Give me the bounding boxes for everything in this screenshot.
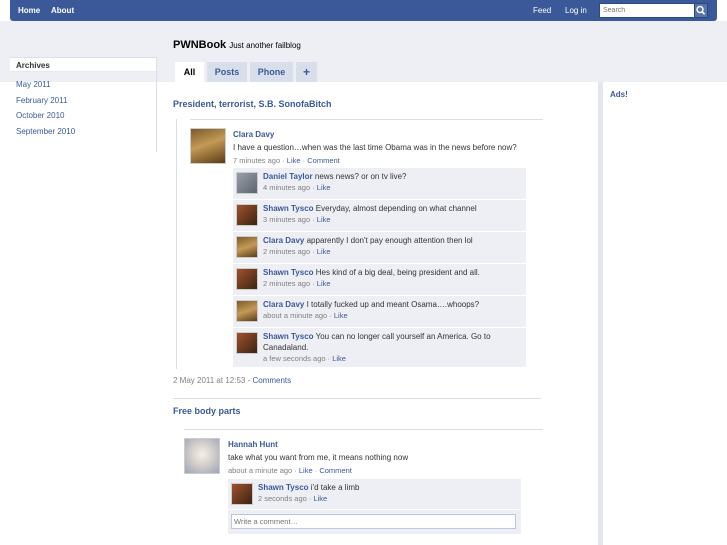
comment-author[interactable]: Clara Davy: [263, 236, 304, 245]
comment-item: Shawn Tysco You can no longer call yours…: [233, 328, 526, 368]
avatar[interactable]: [236, 268, 258, 290]
comments-link[interactable]: Comments: [252, 376, 291, 385]
comment-like-link[interactable]: Like: [317, 247, 331, 256]
separator: ·: [310, 247, 317, 256]
ads-title: Ads!: [610, 90, 628, 99]
comment-item: Shawn Tysco i'd take a limb 2 seconds ago…: [228, 479, 521, 510]
comment-text: apparently I don't pay enough attention …: [306, 236, 473, 245]
divider: [190, 119, 543, 120]
post-text: take what you want from me, it means not…: [228, 453, 409, 462]
sidebar: Archives May 2011 February 2011 October …: [10, 57, 157, 152]
post-date: 2 May 2011 at 12:53: [173, 376, 246, 385]
avatar[interactable]: [236, 332, 258, 354]
archives-title: Archives: [10, 57, 156, 72]
separator: ·: [310, 183, 317, 192]
separator: ·: [327, 311, 334, 320]
comment-author[interactable]: Shawn Tysco: [258, 483, 309, 492]
post-text: I have a question…when was the last time…: [233, 143, 517, 152]
comment-text: Hes kind of a big deal, being president …: [315, 268, 480, 277]
post-time: 7 minutes ago: [233, 156, 281, 165]
write-comment-box: [231, 514, 516, 529]
comment-like-link[interactable]: Like: [313, 494, 327, 503]
comment-item: Shawn Tysco Everyday, almost depending o…: [233, 200, 526, 232]
archive-link-october-2010[interactable]: October 2010: [16, 111, 64, 120]
comment-time: 3 minutes ago: [263, 215, 311, 224]
nav-home-link[interactable]: Home: [18, 0, 40, 21]
separator: ·: [310, 215, 317, 224]
comment-like-link[interactable]: Like: [332, 354, 346, 363]
tab-phone[interactable]: Phone: [250, 62, 293, 82]
comment-text: i'd take a limb: [310, 483, 360, 492]
comment-item: Clara Davy I totally fucked up and meant…: [233, 296, 526, 328]
comment-author[interactable]: Daniel Taylor: [263, 172, 313, 181]
avatar[interactable]: [236, 172, 258, 194]
right-column-divider: [598, 82, 603, 545]
comment-author[interactable]: Shawn Tysco: [263, 332, 314, 341]
post-meta: about a minute ago · Like · Comment: [228, 464, 528, 477]
like-link[interactable]: Like: [287, 156, 301, 165]
site-title: PWNBook Just another failblog: [173, 39, 301, 51]
tab-all[interactable]: All: [175, 62, 204, 82]
archive-link-may-2011[interactable]: May 2011: [16, 80, 51, 89]
post-body: Clara Davy I have a question…when was th…: [233, 128, 533, 167]
post-body: Hannah Hunt take what you want from me, …: [228, 438, 528, 477]
comment-time: 2 minutes ago: [263, 247, 311, 256]
separator: ·: [310, 279, 317, 288]
comment-item: Clara Davy apparently I don't pay enough…: [233, 232, 526, 264]
site-name[interactable]: PWNBook: [173, 39, 226, 51]
comment-like-link[interactable]: Like: [317, 215, 331, 224]
search-icon: [696, 5, 706, 15]
comment-link[interactable]: Comment: [319, 466, 352, 475]
comment-text: Everyday, almost depending on what chann…: [315, 204, 477, 213]
separator: ·: [280, 156, 287, 165]
archive-link-september-2010[interactable]: September 2010: [16, 127, 75, 136]
archive-link-february-2011[interactable]: February 2011: [16, 96, 67, 105]
comment-like-link[interactable]: Like: [334, 311, 348, 320]
post-title[interactable]: President, terrorist, S.B. SonofaBitch: [173, 99, 332, 109]
avatar[interactable]: [236, 300, 258, 322]
tab-add[interactable]: +: [296, 62, 317, 82]
divider: [184, 429, 543, 430]
author-name[interactable]: Hannah Hunt: [228, 440, 278, 449]
comment-item: Daniel Taylor news news? or on tv live? 4…: [233, 168, 526, 200]
comment-like-link[interactable]: Like: [317, 279, 331, 288]
avatar[interactable]: [190, 128, 226, 164]
comment-time: a few seconds ago: [263, 354, 326, 363]
comment-author[interactable]: Shawn Tysco: [263, 204, 314, 213]
search-box: [599, 3, 694, 18]
site-tagline: Just another failblog: [229, 41, 301, 50]
comment-author[interactable]: Clara Davy: [263, 300, 304, 309]
comment-time: 2 seconds ago: [258, 494, 307, 503]
avatar[interactable]: [184, 438, 220, 474]
comment-item: Shawn Tysco Hes kind of a big deal, bein…: [233, 264, 526, 296]
separator: ·: [292, 466, 299, 475]
comment-text: I totally fucked up and meant Osama….who…: [306, 300, 480, 309]
write-comment-input[interactable]: [232, 515, 506, 527]
search-button[interactable]: [694, 3, 708, 18]
comment-time: 2 minutes ago: [263, 279, 311, 288]
post-footer: 2 May 2011 at 12:53 - Comments: [173, 376, 291, 385]
author-name[interactable]: Clara Davy: [233, 130, 274, 139]
thread-line: [176, 119, 177, 369]
post-title[interactable]: Free body parts: [173, 406, 241, 416]
comment-link[interactable]: Comment: [307, 156, 340, 165]
comment-text: news news? or on tv live?: [314, 172, 407, 181]
search-input[interactable]: [600, 4, 694, 17]
avatar[interactable]: [231, 483, 253, 505]
tab-posts[interactable]: Posts: [207, 62, 247, 82]
nav-feed-link[interactable]: Feed: [533, 0, 551, 21]
post-meta: 7 minutes ago · Like · Comment: [233, 154, 533, 167]
comment-author[interactable]: Shawn Tysco: [263, 268, 314, 277]
avatar[interactable]: [236, 204, 258, 226]
comment-time: 4 minutes ago: [263, 183, 311, 192]
avatar[interactable]: [236, 236, 258, 258]
comment-like-link[interactable]: Like: [317, 183, 331, 192]
divider: [173, 398, 541, 399]
nav-login-link[interactable]: Log in: [565, 0, 587, 21]
like-link[interactable]: Like: [299, 466, 313, 475]
nav-about-link[interactable]: About: [51, 0, 74, 21]
comment-time: about a minute ago: [263, 311, 328, 320]
post-time: about a minute ago: [228, 466, 293, 475]
